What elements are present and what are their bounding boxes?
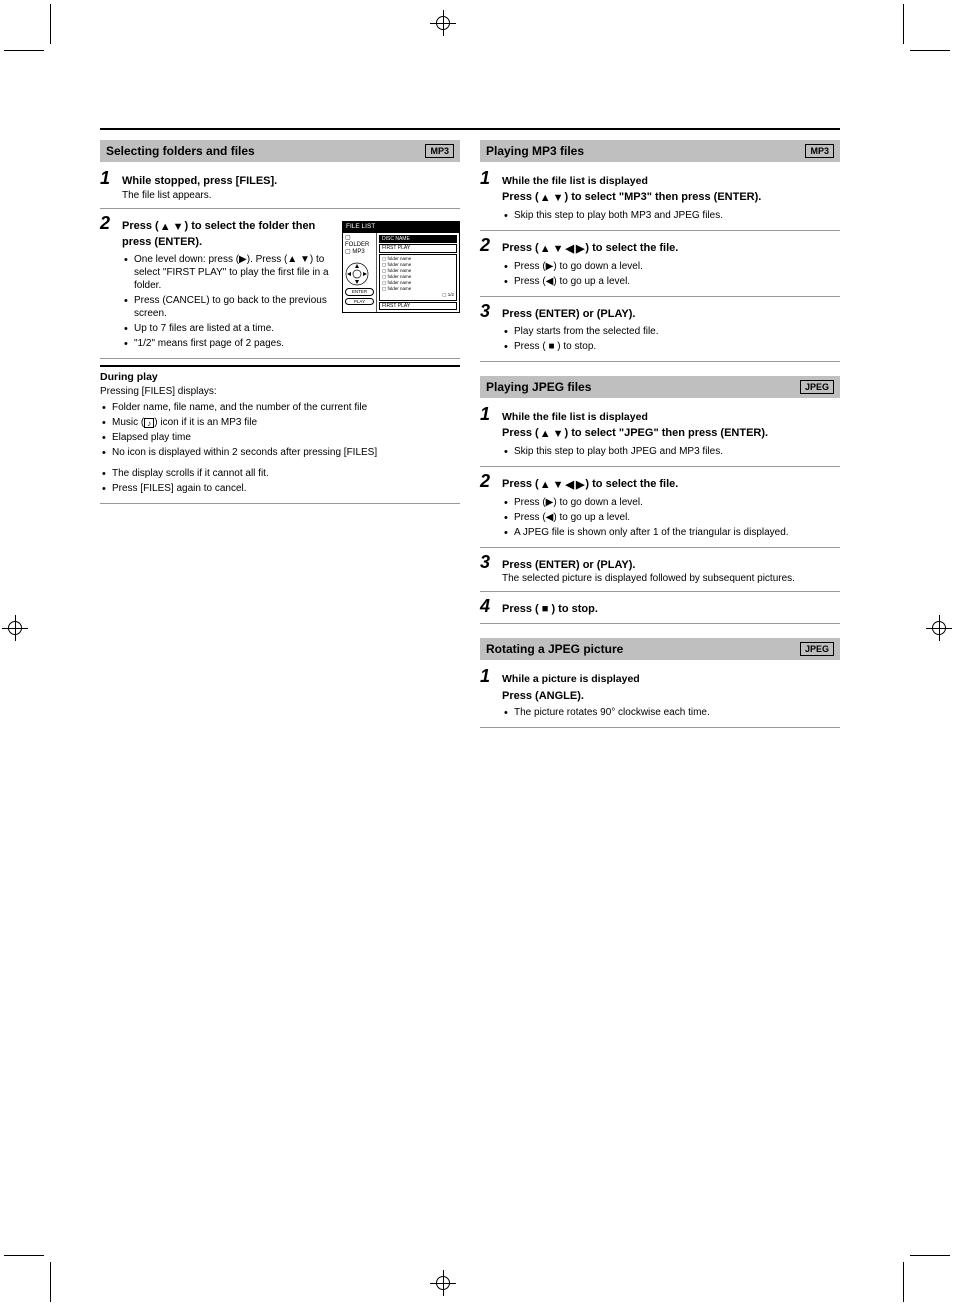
manual-page: Selecting folders and files MP3 1 While … <box>100 128 840 728</box>
crop-mark <box>910 1255 950 1256</box>
step-1: 1 While stopped, press [FILES]. The file… <box>100 164 460 209</box>
down-icon: ▼ <box>553 191 564 206</box>
registration-mark-icon <box>430 10 456 36</box>
badge-jpeg: JPEG <box>800 380 834 394</box>
crop-mark <box>50 4 51 44</box>
badge-jpeg: JPEG <box>800 642 834 656</box>
right-column: Playing MP3 files MP3 1 While the file l… <box>480 140 840 728</box>
left-icon: ◀ <box>565 478 573 493</box>
registration-mark-icon <box>2 615 28 641</box>
list-item: "1/2" means first page of 2 pages. <box>122 337 460 350</box>
list-item: The display scrolls if it cannot all fit… <box>100 467 460 480</box>
list-item: The picture rotates 90° clockwise each t… <box>502 706 840 719</box>
section-title-mp3: Playing MP3 files MP3 <box>480 140 840 162</box>
list-item: Folder name, file name, and the number o… <box>100 401 460 414</box>
crop-mark <box>50 1262 51 1302</box>
crop-mark <box>903 4 904 44</box>
step-3: 3 Press (ENTER) or (PLAY). The selected … <box>480 548 840 593</box>
list-item: Elapsed play time <box>100 431 460 444</box>
step-1: 1 While the file list is displayed Press… <box>480 400 840 467</box>
up-icon: ▲ <box>160 220 171 235</box>
list-item: No icon is displayed within 2 seconds af… <box>100 446 460 459</box>
right-icon: ▶ <box>576 242 584 257</box>
down-icon: ▼ <box>553 242 564 257</box>
step-2: 2 Press (▲▼◀▶) to select the file. Press… <box>480 231 840 297</box>
list-item: Press (▶) to go down a level. <box>502 496 840 509</box>
section-title-selecting: Selecting folders and files MP3 <box>100 140 460 162</box>
up-icon: ▲ <box>540 427 551 442</box>
down-icon: ▼ <box>173 220 184 235</box>
badge-mp3: MP3 <box>805 144 834 158</box>
list-item: Press [FILES] again to cancel. <box>100 482 460 495</box>
list-item: Press ( ■ ) to stop. <box>502 340 840 353</box>
list-item: Skip this step to play both MP3 and JPEG… <box>502 209 840 222</box>
step-2: 2 FILE LIST FOLDER MP3 ENTER <box>100 209 460 359</box>
left-icon: ◀ <box>565 242 573 257</box>
list-item: Press (CANCEL) to go back to the previou… <box>122 294 460 320</box>
down-icon: ▼ <box>553 478 564 493</box>
section-title-jpeg: Playing JPEG files JPEG <box>480 376 840 398</box>
step-4: 4 Press ( ■ ) to stop. <box>480 592 840 624</box>
list-item: Up to 7 files are listed at a time. <box>122 322 460 335</box>
step-1: 1 While the file list is displayed Press… <box>480 164 840 231</box>
list-item: Skip this step to play both JPEG and MP3… <box>502 445 840 458</box>
up-icon: ▲ <box>540 191 551 206</box>
step-3: 3 Press (ENTER) or (PLAY). Play starts f… <box>480 297 840 362</box>
down-icon: ▼ <box>553 427 564 442</box>
badge-mp3: MP3 <box>425 144 454 158</box>
registration-mark-icon <box>926 615 952 641</box>
registration-mark-icon <box>430 1270 456 1296</box>
step-1: 1 While a picture is displayed Press (AN… <box>480 662 840 728</box>
list-item: Play starts from the selected file. <box>502 325 840 338</box>
during-play-block: During play Pressing [FILES] displays: F… <box>100 371 460 504</box>
crop-mark <box>4 50 44 51</box>
music-icon: ♪ <box>144 418 154 428</box>
left-column: Selecting folders and files MP3 1 While … <box>100 140 460 728</box>
list-item: A JPEG file is shown only after 1 of the… <box>502 526 840 539</box>
list-item: Press (◀) to go up a level. <box>502 511 840 524</box>
section-title-rotate: Rotating a JPEG picture JPEG <box>480 638 840 660</box>
up-icon: ▲ <box>540 242 551 257</box>
step-2: 2 Press (▲▼◀▶) to select the file. Press… <box>480 467 840 548</box>
list-item: Press (▶) to go down a level. <box>502 260 840 273</box>
right-icon: ▶ <box>576 478 584 493</box>
list-item: Music (♪) icon if it is an MP3 file <box>100 416 460 429</box>
crop-mark <box>4 1255 44 1256</box>
crop-mark <box>903 1262 904 1302</box>
crop-mark <box>910 50 950 51</box>
up-icon: ▲ <box>540 478 551 493</box>
list-item: Press (◀) to go up a level. <box>502 275 840 288</box>
list-item: One level down: press (▶). Press (▲ ▼) t… <box>122 253 460 292</box>
